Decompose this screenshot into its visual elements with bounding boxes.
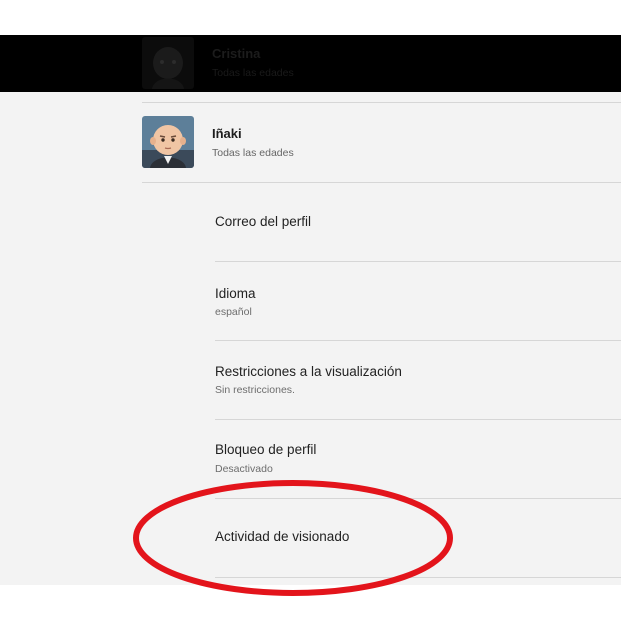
dark-top-band [0,35,621,92]
setting-title: Correo del perfil [215,214,312,229]
divider [142,102,621,103]
setting-title: Restricciones a la visualización [215,364,402,379]
profile-settings-screen: Cristina Todas las edades Iñaki Todas la… [0,0,621,621]
boss-baby-avatar-icon[interactable] [142,116,194,168]
setting-language[interactable]: Idioma español [196,262,621,340]
profile-age-rating-inaki: Todas las edades [212,147,294,159]
setting-profile-email[interactable]: Correo del perfil [196,183,621,261]
setting-profile-lock[interactable]: Bloqueo de perfil Desactivado [196,420,621,498]
divider [215,577,621,578]
setting-viewing-restrictions[interactable]: Restricciones a la visualización Sin res… [196,341,621,419]
setting-title: Bloqueo de perfil [215,442,317,457]
profile-age-rating-cristina: Todas las edades [212,67,294,79]
setting-value: español [215,306,252,318]
setting-title: Idioma [215,286,256,301]
setting-title: Actividad de visionado [215,529,350,544]
profile-name-inaki[interactable]: Iñaki [212,126,242,141]
dark-profile-avatar-icon[interactable] [142,37,194,89]
setting-viewing-activity[interactable]: Actividad de visionado [196,499,621,577]
profile-name-cristina[interactable]: Cristina [212,46,260,61]
setting-value: Desactivado [215,463,273,475]
setting-value: Sin restricciones. [215,384,295,396]
